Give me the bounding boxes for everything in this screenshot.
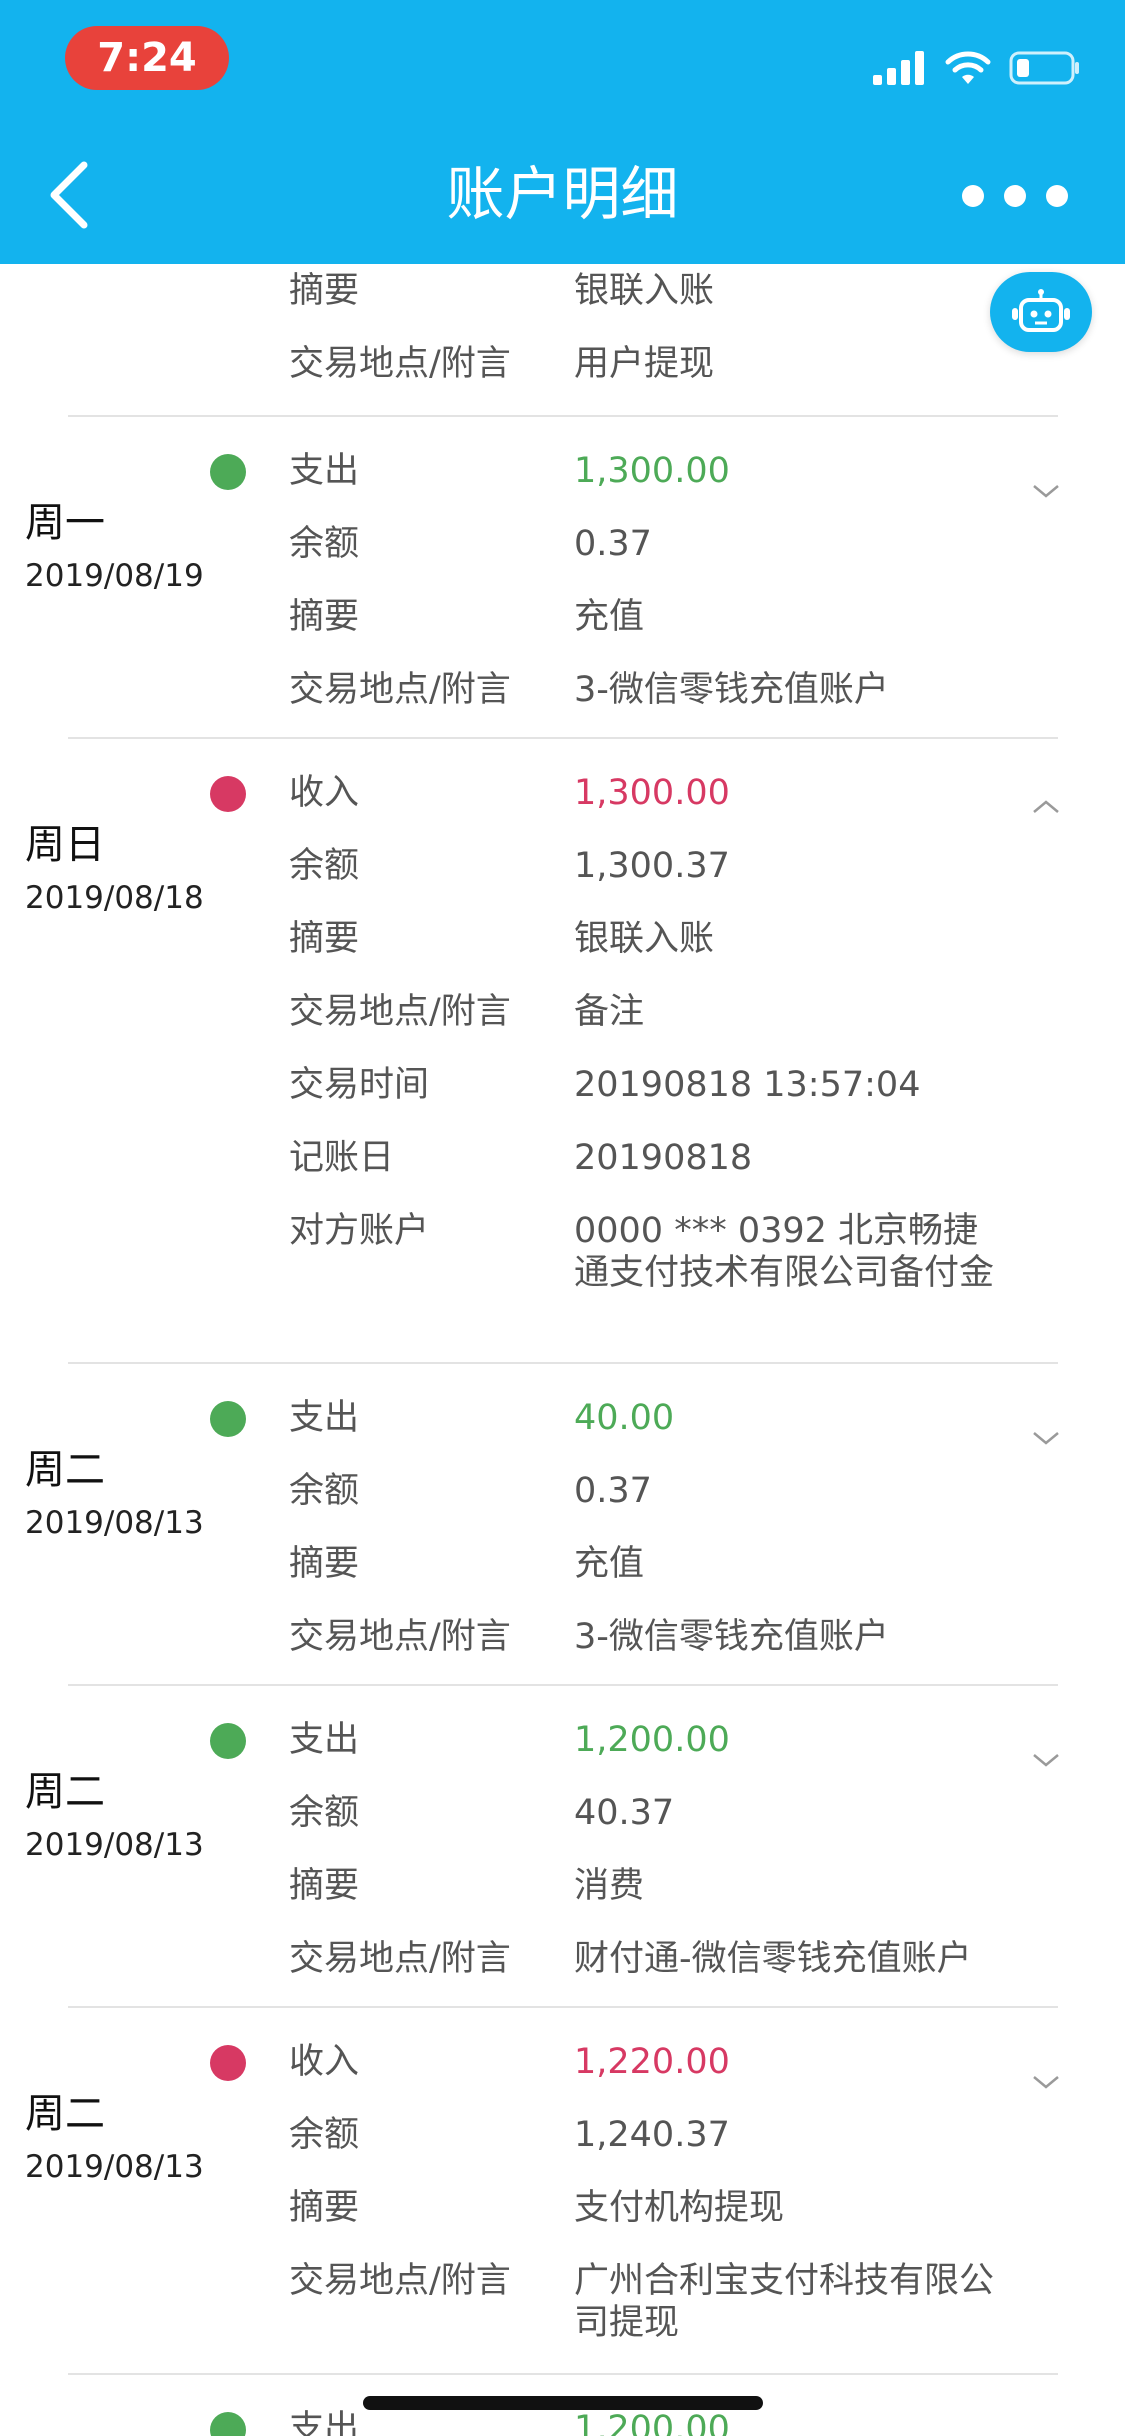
row-value: 20190818 bbox=[574, 1138, 753, 1178]
row-label: 余额 bbox=[289, 1471, 360, 1511]
row-label: 摘要 bbox=[289, 1866, 360, 1906]
amount-value: 1,200.00 bbox=[574, 1720, 730, 1760]
row-value: 3-微信零钱充值账户 bbox=[574, 1617, 889, 1657]
row-value: 充值 bbox=[574, 597, 645, 637]
row-value: 广州合利宝支付科技有限公司提现 bbox=[574, 2261, 995, 2343]
row-value: 1,240.37 bbox=[574, 2115, 730, 2155]
status-time: 7:24 bbox=[65, 26, 229, 90]
row-label: 收入 bbox=[289, 773, 360, 813]
row-label: 余额 bbox=[289, 1793, 360, 1833]
wifi-icon bbox=[945, 51, 991, 84]
transaction-entry[interactable]: 周一 2019/08/19 支出 1,300.00 余额 0.37 摘要 充值 … bbox=[0, 416, 1125, 738]
expense-dot bbox=[210, 1401, 246, 1437]
row-value: 银联入账 bbox=[574, 919, 715, 959]
row-label: 交易地点/附言 bbox=[289, 992, 511, 1032]
transaction-entry[interactable]: 周日 2019/08/18 收入 1,300.00 余额 1,300.37 摘要… bbox=[0, 738, 1125, 1362]
amount-value: 1,200.00 bbox=[574, 2409, 730, 2436]
amount-value: 40.00 bbox=[574, 1398, 675, 1438]
row-value: 0.37 bbox=[574, 1471, 652, 1511]
row-value: 用户提现 bbox=[574, 344, 715, 384]
expense-dot bbox=[210, 454, 246, 490]
chevron-down-icon[interactable] bbox=[1030, 1429, 1062, 1449]
row-value: 银联入账 bbox=[574, 271, 715, 311]
chevron-down-icon[interactable] bbox=[1030, 2073, 1062, 2093]
entry-date: 2019/08/19 bbox=[25, 558, 204, 594]
row-label: 支出 bbox=[289, 1720, 360, 1760]
chevron-down-icon[interactable] bbox=[1030, 1751, 1062, 1771]
entry-day: 周日 bbox=[25, 822, 105, 868]
row-label: 余额 bbox=[289, 846, 360, 886]
entry-date: 2019/08/18 bbox=[25, 880, 204, 916]
row-label: 交易地点/附言 bbox=[289, 1939, 511, 1979]
amount-value: 1,300.00 bbox=[574, 451, 730, 491]
row-label: 摘要 bbox=[289, 2188, 360, 2228]
row-label: 摘要 bbox=[289, 597, 360, 637]
row-value: 20190818 13:57:04 bbox=[574, 1065, 921, 1105]
row-value: 消费 bbox=[574, 1866, 645, 1906]
row-label: 收入 bbox=[289, 2042, 360, 2082]
transaction-entry[interactable]: 周二 2019/08/13 支出 40.00 余额 0.37 摘要 充值 交易地… bbox=[0, 1363, 1125, 1685]
row-label: 支出 bbox=[289, 1398, 360, 1438]
row-value: 0.37 bbox=[574, 524, 652, 564]
row-label: 记账日 bbox=[289, 1138, 395, 1178]
amount-value: 1,220.00 bbox=[574, 2042, 730, 2082]
income-dot bbox=[210, 776, 246, 812]
row-label: 余额 bbox=[289, 2115, 360, 2155]
row-label: 摘要 bbox=[289, 271, 360, 311]
entry-day: 周二 bbox=[25, 2091, 105, 2137]
transaction-entry[interactable]: 周二 2019/08/13 收入 1,220.00 余额 1,240.37 摘要… bbox=[0, 2007, 1125, 2351]
row-label: 摘要 bbox=[289, 919, 360, 959]
robot-assistant-button[interactable] bbox=[990, 272, 1092, 352]
chevron-down-icon[interactable] bbox=[1030, 482, 1062, 502]
row-label: 交易地点/附言 bbox=[289, 2261, 511, 2301]
row-value: 财付通-微信零钱充值账户 bbox=[574, 1939, 972, 1979]
entry-date: 2019/08/13 bbox=[25, 1827, 204, 1863]
status-icons bbox=[873, 46, 1081, 90]
row-value: 40.37 bbox=[574, 1793, 675, 1833]
signal-icon bbox=[873, 51, 924, 85]
row-label: 余额 bbox=[289, 524, 360, 564]
home-indicator[interactable] bbox=[363, 2396, 763, 2410]
expense-dot bbox=[210, 1723, 246, 1759]
row-label: 支出 bbox=[289, 451, 360, 491]
robot-icon bbox=[1012, 289, 1070, 332]
row-value: 充值 bbox=[574, 1544, 645, 1584]
row-label: 对方账户 bbox=[289, 1211, 430, 1251]
row-value: 1,300.37 bbox=[574, 846, 730, 886]
row-label: 支出 bbox=[289, 2409, 360, 2436]
amount-value: 1,300.00 bbox=[574, 773, 730, 813]
counterparty-value: 0000 *** 0392 北京畅捷通支付技术有限公司备付金 bbox=[574, 1211, 995, 1293]
expense-dot bbox=[210, 2412, 246, 2436]
entry-day: 周二 bbox=[25, 1769, 105, 1815]
row-value: 3-微信零钱充值账户 bbox=[574, 670, 889, 710]
battery-icon bbox=[1009, 51, 1079, 85]
entry-date: 2019/08/13 bbox=[25, 2149, 204, 2185]
app-header: 7:24 账户明细 bbox=[0, 0, 1125, 264]
entry-day: 周二 bbox=[25, 1447, 105, 1493]
row-label: 交易地点/附言 bbox=[289, 1617, 511, 1657]
row-value: 备注 bbox=[574, 992, 645, 1032]
entry-day: 周一 bbox=[25, 500, 105, 546]
row-label: 摘要 bbox=[289, 1544, 360, 1584]
more-dots-icon[interactable] bbox=[955, 176, 1075, 216]
row-label: 交易时间 bbox=[289, 1065, 430, 1105]
row-label: 交易地点/附言 bbox=[289, 670, 511, 710]
entry-date: 2019/08/13 bbox=[25, 1505, 204, 1541]
chevron-up-icon[interactable] bbox=[1030, 796, 1062, 816]
transaction-entry[interactable]: 周二 2019/08/13 支出 1,200.00 余额 40.37 摘要 消费… bbox=[0, 1685, 1125, 2007]
row-value: 支付机构提现 bbox=[574, 2188, 785, 2228]
row-label: 交易地点/附言 bbox=[289, 344, 511, 384]
income-dot bbox=[210, 2045, 246, 2081]
